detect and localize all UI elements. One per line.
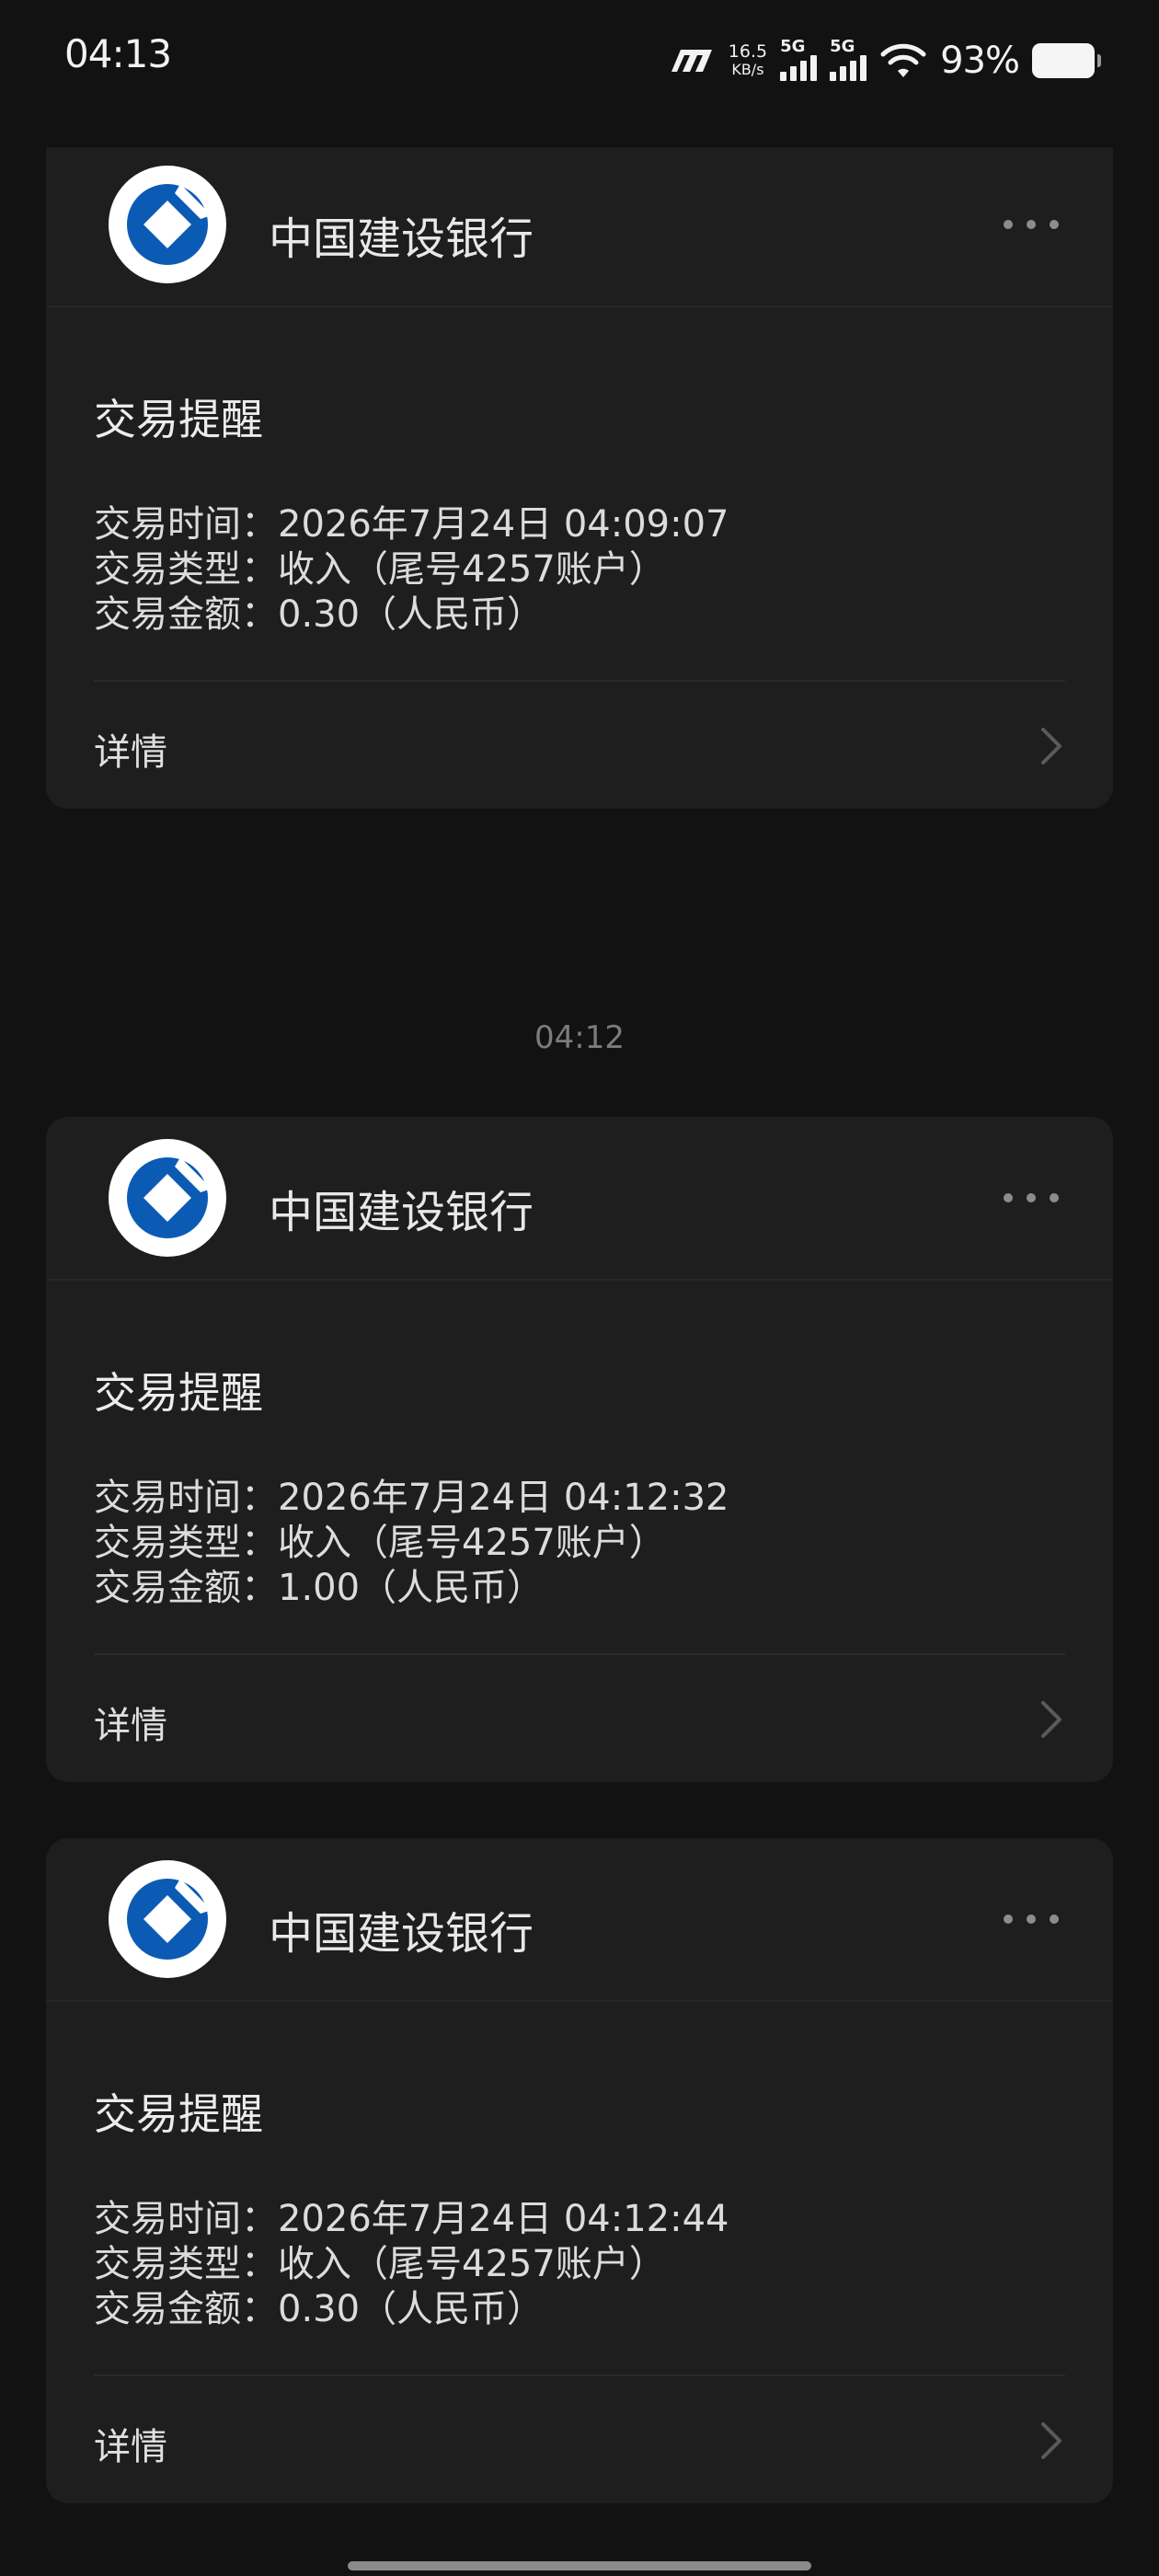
transaction-type: 交易类型：收入（尾号4257账户） bbox=[94, 1522, 666, 1564]
details-label: 详情 bbox=[94, 2426, 167, 2468]
signal-icon-sim1: 5G bbox=[780, 37, 818, 81]
home-indicator[interactable] bbox=[348, 2561, 811, 2570]
ccb-logo-icon bbox=[109, 1860, 226, 1978]
status-time: 04:13 bbox=[64, 31, 172, 76]
details-link[interactable]: 详情 bbox=[94, 1655, 1065, 1782]
more-dots-icon[interactable] bbox=[999, 1906, 1063, 1932]
chevron-right-icon bbox=[1041, 728, 1061, 765]
ccb-logo-icon bbox=[109, 1139, 226, 1257]
wifi-icon bbox=[880, 43, 926, 77]
chevron-right-icon bbox=[1041, 2422, 1061, 2459]
details-link[interactable]: 详情 bbox=[94, 2376, 1065, 2503]
card-header: 中国建设银行 bbox=[46, 1117, 1113, 1281]
network-speed-value: 16.5 bbox=[728, 41, 768, 62]
message-title: 交易提醒 bbox=[94, 1368, 263, 1418]
card-header: 中国建设银行 bbox=[46, 147, 1113, 307]
app-name: 中国建设银行 bbox=[269, 213, 534, 265]
notification-card[interactable]: 中国建设银行 交易提醒 交易时间：2026年7月24日 04:12:44 交易类… bbox=[46, 1838, 1113, 2503]
signal-icon-sim2: 5G bbox=[830, 37, 867, 81]
card-body: 交易提醒 交易时间：2026年7月24日 04:12:32 交易类型：收入（尾号… bbox=[46, 1365, 1113, 1782]
message-content: 交易时间：2026年7月24日 04:09:07 交易类型：收入（尾号4257账… bbox=[94, 502, 1065, 638]
time-divider: 04:12 bbox=[534, 1019, 625, 1056]
message-content: 交易时间：2026年7月24日 04:12:44 交易类型：收入（尾号4257账… bbox=[94, 2197, 1065, 2332]
transaction-amount: 交易金额：0.30（人民币） bbox=[94, 593, 545, 636]
transaction-time: 交易时间：2026年7月24日 04:12:44 bbox=[94, 2198, 729, 2240]
app-name: 中国建设银行 bbox=[269, 1187, 534, 1238]
details-link[interactable]: 详情 bbox=[94, 682, 1065, 809]
status-icons: 16.5 KB/s 5G 5G 93% bbox=[668, 35, 1101, 86]
details-label: 详情 bbox=[94, 731, 167, 774]
network-speed-unit: KB/s bbox=[731, 61, 764, 78]
details-label: 详情 bbox=[94, 1705, 167, 1747]
chevron-right-icon bbox=[1041, 1701, 1061, 1738]
message-title: 交易提醒 bbox=[94, 2089, 263, 2139]
sim2-network-label: 5G bbox=[830, 37, 855, 56]
app-name: 中国建设银行 bbox=[269, 1908, 534, 1960]
more-dots-icon[interactable] bbox=[999, 1185, 1063, 1211]
carrier-icon bbox=[671, 50, 712, 72]
message-content: 交易时间：2026年7月24日 04:12:32 交易类型：收入（尾号4257账… bbox=[94, 1476, 1065, 1611]
transaction-amount: 交易金额：1.00（人民币） bbox=[94, 1567, 545, 1609]
card-body: 交易提醒 交易时间：2026年7月24日 04:12:44 交易类型：收入（尾号… bbox=[46, 2087, 1113, 2503]
transaction-type: 交易类型：收入（尾号4257账户） bbox=[94, 548, 666, 591]
transaction-type: 交易类型：收入（尾号4257账户） bbox=[94, 2243, 666, 2285]
card-header: 中国建设银行 bbox=[46, 1838, 1113, 2002]
transaction-time: 交易时间：2026年7月24日 04:12:32 bbox=[94, 1477, 729, 1519]
message-title: 交易提醒 bbox=[94, 395, 263, 444]
ccb-logo-icon bbox=[109, 166, 226, 283]
status-bar: 04:13 16.5 KB/s 5G 5G 93% bbox=[0, 0, 1159, 120]
network-speed: 16.5 KB/s bbox=[729, 42, 767, 79]
card-body: 交易提醒 交易时间：2026年7月24日 04:09:07 交易类型：收入（尾号… bbox=[46, 392, 1113, 809]
notification-card[interactable]: 中国建设银行 交易提醒 交易时间：2026年7月24日 04:12:32 交易类… bbox=[46, 1117, 1113, 1782]
sim1-network-label: 5G bbox=[780, 37, 806, 56]
transaction-amount: 交易金额：0.30（人民币） bbox=[94, 2288, 545, 2330]
more-dots-icon[interactable] bbox=[999, 212, 1063, 237]
battery-percentage: 93% bbox=[940, 40, 1020, 82]
battery-icon bbox=[1032, 43, 1101, 78]
notification-card[interactable]: 中国建设银行 交易提醒 交易时间：2026年7月24日 04:09:07 交易类… bbox=[46, 147, 1113, 809]
transaction-time: 交易时间：2026年7月24日 04:09:07 bbox=[94, 503, 729, 546]
